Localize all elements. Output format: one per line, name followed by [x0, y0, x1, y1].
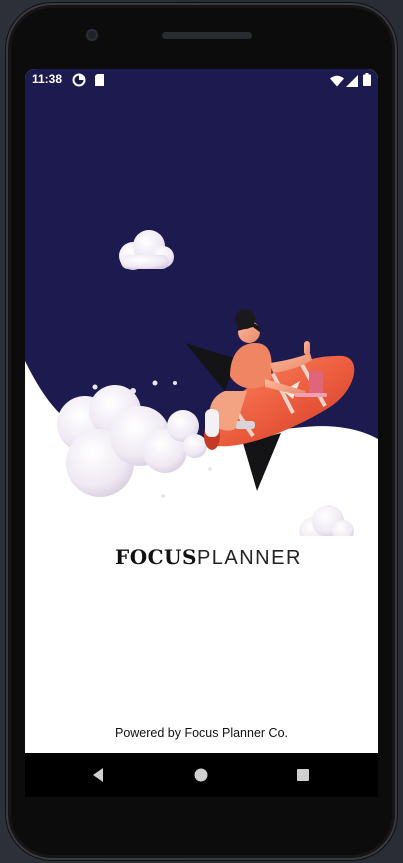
front-camera — [86, 29, 98, 41]
data-saver-icon — [72, 73, 86, 92]
app-logo: FOCUSPLANNER — [115, 545, 302, 570]
logo-planner-text: PLANNER — [196, 547, 302, 569]
recents-icon[interactable] — [295, 767, 311, 783]
back-icon[interactable] — [90, 767, 106, 783]
status-bar: 11:38 — [25, 69, 378, 91]
battery-icon — [363, 73, 371, 91]
powered-by-footer: Powered by Focus Planner Co. — [114, 726, 288, 740]
android-navigation-bar — [25, 753, 378, 797]
hero-illustration — [25, 91, 378, 536]
logo-focus-text: FOCUS — [115, 545, 197, 569]
home-icon[interactable] — [193, 767, 209, 783]
app-screen: 11:38 FOCUSPLANNER Powered by Focus Plan… — [25, 69, 378, 753]
earpiece-speaker — [162, 32, 252, 39]
signal-icon — [346, 74, 358, 92]
wifi-icon — [330, 74, 344, 92]
status-time: 11:38 — [32, 72, 63, 86]
sd-card-icon — [94, 73, 105, 92]
